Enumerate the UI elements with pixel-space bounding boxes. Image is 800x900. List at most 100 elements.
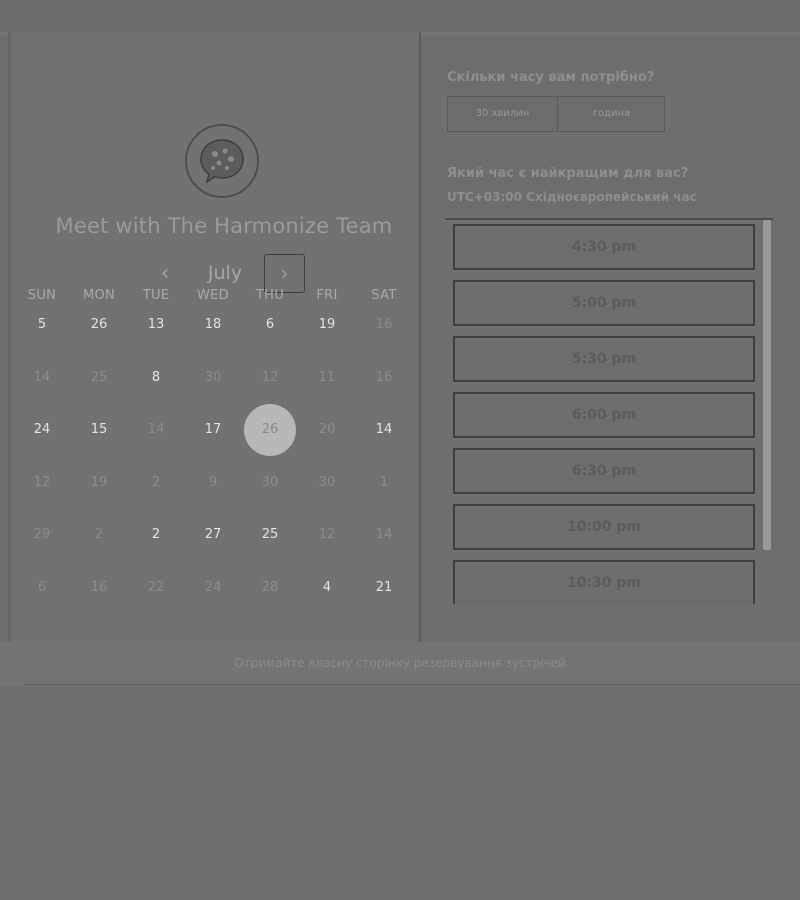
top-strip — [0, 0, 800, 32]
time-slot[interactable]: 10:30 pm — [453, 560, 755, 604]
calendar-day: 20 — [299, 405, 355, 455]
calendar-day: 16 — [356, 300, 412, 350]
calendar-day-number: 22 — [147, 579, 165, 595]
calendar-day-number: 24 — [33, 422, 51, 437]
calendar-day[interactable]: 8 — [128, 353, 184, 403]
calendar-day-number: 9 — [208, 474, 218, 490]
calendar-day-number: 27 — [204, 527, 222, 542]
calendar-day-number: 16 — [90, 579, 108, 595]
time-slot[interactable]: 4:30 pm — [453, 224, 755, 270]
avatar — [185, 124, 259, 198]
calendar-day[interactable]: 6 — [242, 300, 298, 350]
calendar-day: 9 — [185, 458, 241, 508]
calendar-day-number: 2 — [94, 527, 104, 542]
calendar-day: 6 — [14, 563, 70, 613]
calendar-day: 2 — [71, 510, 127, 560]
time-slot[interactable]: 5:00 pm — [453, 280, 755, 326]
calendar-day: 2 — [128, 458, 184, 508]
calendar-day[interactable]: 15 — [71, 405, 127, 455]
calendar-day-number: 21 — [375, 579, 393, 595]
slot-list-scrollbar[interactable] — [763, 220, 771, 550]
calendar-day-number: 12 — [261, 369, 279, 385]
calendar-day: 12 — [14, 458, 70, 508]
calendar-day-number: 14 — [147, 422, 165, 437]
calendar-day: 19 — [71, 458, 127, 508]
footer-divider — [24, 684, 800, 685]
calendar-day-number: 2 — [151, 474, 161, 490]
calendar-day: 16 — [71, 563, 127, 613]
duration-option-30min[interactable]: 30 хвилин — [448, 97, 558, 131]
calendar-day: 24 — [185, 563, 241, 613]
time-slot[interactable]: 6:30 pm — [453, 448, 755, 494]
calendar-day[interactable]: 26 — [71, 300, 127, 350]
calendar-day-number: 2 — [151, 527, 161, 542]
calendar-day-number: 12 — [318, 527, 336, 542]
calendar-day: 12 — [242, 353, 298, 403]
calendar-day-number: 14 — [33, 369, 51, 385]
calendar-day[interactable]: 18 — [185, 300, 241, 350]
time-slot[interactable]: 10:00 pm — [453, 504, 755, 550]
calendar-day-number: 16 — [375, 317, 393, 332]
timezone-selector[interactable]: UTC+03:00 Східноєвропейський час — [447, 190, 697, 204]
calendar-day[interactable]: 4 — [299, 563, 355, 613]
calendar-day-number: 17 — [204, 422, 222, 437]
chevron-right-icon: › — [280, 261, 289, 285]
time-slot[interactable]: 5:30 pm — [453, 336, 755, 382]
calendar-day-number: 13 — [147, 317, 165, 332]
calendar-day: 1 — [356, 458, 412, 508]
calendar-day[interactable]: 5 — [14, 300, 70, 350]
calendar-day-number: 5 — [37, 317, 47, 332]
calendar-day: 25 — [71, 353, 127, 403]
calendar-day-number: 30 — [318, 474, 336, 490]
calendar-day: 22 — [128, 563, 184, 613]
calendar-day-number: 19 — [90, 474, 108, 490]
calendar-day-number: 14 — [375, 527, 393, 542]
calendar-day: 16 — [356, 353, 412, 403]
calendar-day-selected[interactable]: 26 — [242, 404, 298, 456]
calendar-day: 12 — [299, 510, 355, 560]
duration-question: Скільки часу вам потрібно? — [447, 70, 655, 85]
calendar-day[interactable]: 2 — [128, 510, 184, 560]
calendar-day-number: 24 — [204, 579, 222, 595]
calendar-day-number: 25 — [90, 369, 108, 385]
booking-page: Meet with The Harmonize Team ‹ July › SU… — [0, 0, 800, 900]
calendar-day[interactable]: 21 — [356, 563, 412, 613]
calendar-day: 14 — [128, 405, 184, 455]
chevron-left-icon: ‹ — [160, 261, 170, 286]
calendar-day: 28 — [242, 563, 298, 613]
duration-option-hour[interactable]: година — [557, 97, 666, 131]
calendar-day-number: 6 — [265, 317, 275, 332]
calendar-day[interactable]: 24 — [14, 405, 70, 455]
calendar-day: 14 — [14, 353, 70, 403]
prev-month-button[interactable]: ‹ — [151, 258, 179, 290]
calendar-day-number: 16 — [375, 369, 393, 385]
calendar-day-number: 4 — [322, 579, 332, 595]
calendar-day[interactable]: 13 — [128, 300, 184, 350]
calendar-day[interactable]: 19 — [299, 300, 355, 350]
meeting-title: Meet with The Harmonize Team — [55, 214, 393, 238]
calendar-day-number: 14 — [375, 422, 393, 437]
calendar-day-number: 15 — [90, 422, 108, 437]
calendar-day[interactable]: 25 — [242, 510, 298, 560]
calendar-day: 11 — [299, 353, 355, 403]
calendar-day-number: 18 — [204, 317, 222, 332]
calendar-day-number: 26 — [90, 317, 108, 332]
calendar-day-number: 8 — [151, 369, 161, 385]
calendar-day-number: 25 — [261, 527, 279, 542]
calendar-day-number: 26 — [261, 422, 279, 437]
calendar-day-number: 30 — [261, 474, 279, 490]
calendar-day[interactable]: 14 — [356, 405, 412, 455]
calendar-day-number: 19 — [318, 317, 336, 332]
calendar-day-number: 28 — [261, 579, 279, 595]
calendar-day[interactable]: 27 — [185, 510, 241, 560]
calendar-day-number: 20 — [318, 422, 336, 437]
scheduler-panel: Скільки часу вам потрібно? 30 хвилин год… — [445, 60, 775, 605]
calendar-grid: 5 26 13 18 6 19 16 14 25 8 30 12 11 16 24 15 14 17 26 20 14 1… — [14, 300, 414, 620]
calendar-day-number: 1 — [379, 474, 389, 490]
calendar-day: 29 — [14, 510, 70, 560]
calendar-day-number: 30 — [204, 369, 222, 385]
time-slot[interactable]: 6:00 pm — [453, 392, 755, 438]
time-slot-list: 4:30 pm 5:00 pm 5:30 pm 6:00 pm 6:30 pm … — [445, 218, 773, 604]
footer-link[interactable]: Отримайте власну сторінку резервування з… — [0, 656, 800, 670]
calendar-day[interactable]: 17 — [185, 405, 241, 455]
